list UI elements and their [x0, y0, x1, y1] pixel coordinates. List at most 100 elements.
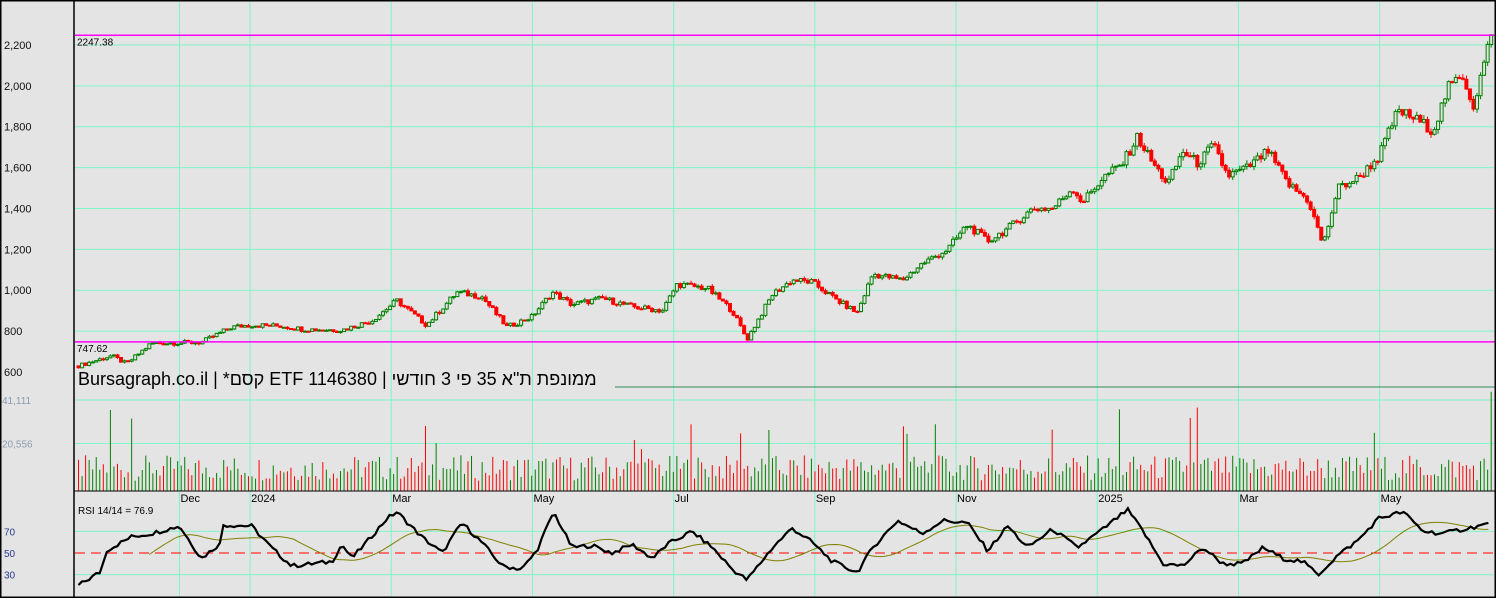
candle-body: [869, 276, 874, 285]
candle-body: [1092, 188, 1097, 193]
candle-body: [1478, 74, 1483, 97]
candle-body: [1230, 171, 1235, 178]
candle-body: [129, 359, 134, 362]
month-label: Dec: [180, 493, 200, 505]
candle-body: [897, 277, 902, 280]
price-tick-label: 1,200: [4, 244, 32, 256]
candle-body: [522, 319, 527, 322]
candle-body: [1312, 208, 1317, 218]
candle-body: [381, 311, 386, 316]
candle-body: [526, 319, 531, 322]
candle-body: [954, 237, 959, 240]
candle-body: [288, 328, 293, 331]
candle-body: [225, 328, 230, 331]
candle-body: [157, 342, 162, 345]
candle-body: [1014, 220, 1019, 223]
candle-body: [1251, 159, 1256, 167]
candle: [589, 298, 594, 306]
candle: [781, 286, 786, 293]
candle-body: [1053, 205, 1058, 210]
candle-body: [547, 297, 552, 300]
candle-body: [1131, 145, 1136, 156]
chart-background: [0, 0, 1496, 598]
candle-body: [90, 361, 95, 364]
candle-body: [883, 273, 888, 277]
chart-title: Bursagraph.co.il | *קסם ETF 1146380 | ממ…: [78, 369, 597, 389]
candle-body: [94, 360, 99, 363]
candle-body: [788, 283, 793, 286]
candle-body: [639, 308, 644, 311]
candle-body: [575, 301, 580, 305]
candle: [257, 325, 262, 329]
candle-body: [430, 319, 435, 323]
candle: [1407, 108, 1412, 120]
candle-body: [986, 235, 991, 243]
candle-body: [1308, 201, 1313, 210]
candle: [975, 228, 980, 236]
candle-body: [1142, 145, 1147, 152]
candle-body: [862, 295, 867, 304]
candle: [812, 278, 817, 282]
month-label: 2024: [251, 493, 275, 505]
candle: [267, 324, 272, 327]
candle-body: [1110, 166, 1115, 174]
candle-body: [487, 301, 492, 307]
candle-body: [504, 323, 509, 327]
candle-body: [1368, 165, 1373, 170]
candle-body: [1082, 201, 1087, 204]
price-tick-label: 1,800: [4, 122, 32, 134]
candle-body: [448, 296, 453, 304]
candle-body: [172, 342, 177, 346]
candle-body: [352, 325, 357, 329]
candle-body: [1329, 212, 1334, 227]
rsi-tick-label: 50: [4, 549, 16, 560]
candle-body: [646, 305, 651, 310]
candle: [1329, 210, 1334, 229]
candle-body: [462, 290, 467, 293]
candle-body: [83, 362, 88, 366]
candle: [1333, 196, 1338, 214]
candle-body: [366, 322, 371, 325]
candle: [398, 298, 403, 308]
candle-body: [342, 328, 347, 333]
candle-body: [1333, 198, 1338, 214]
candle: [961, 226, 966, 234]
candle-body: [494, 306, 499, 316]
candle-body: [933, 255, 938, 258]
candle: [1294, 183, 1299, 192]
candle-body: [1418, 114, 1423, 123]
candle-body: [296, 326, 301, 331]
price-tick-label: 800: [4, 326, 22, 338]
candle-body: [589, 298, 594, 305]
candle-body: [423, 322, 428, 327]
candle: [611, 297, 616, 306]
candle: [1283, 170, 1288, 181]
candle-body: [543, 297, 548, 303]
candle-body: [239, 324, 244, 328]
month-label: Nov: [957, 493, 977, 505]
candle-body: [373, 319, 378, 322]
candle-body: [1475, 95, 1480, 110]
candle: [444, 301, 449, 311]
candle-body: [1205, 146, 1210, 153]
candle-body: [657, 309, 662, 313]
candle-body: [890, 275, 895, 279]
candle-body: [915, 267, 920, 273]
candle-body: [1326, 225, 1331, 238]
candle-body: [281, 326, 286, 329]
candle-body: [1262, 148, 1267, 160]
candle-body: [1220, 153, 1225, 166]
candle-body: [108, 355, 113, 359]
candle-body: [1028, 208, 1033, 213]
candle-body: [324, 329, 329, 332]
candle-body: [618, 301, 623, 306]
candle-body: [242, 325, 247, 328]
candle: [119, 356, 124, 363]
candle: [1053, 204, 1058, 210]
candle: [1262, 148, 1267, 162]
candle-body: [122, 360, 127, 363]
candle-body: [1482, 61, 1487, 76]
candle-body: [958, 232, 963, 239]
candle-body: [165, 343, 170, 346]
candle-body: [260, 323, 265, 328]
